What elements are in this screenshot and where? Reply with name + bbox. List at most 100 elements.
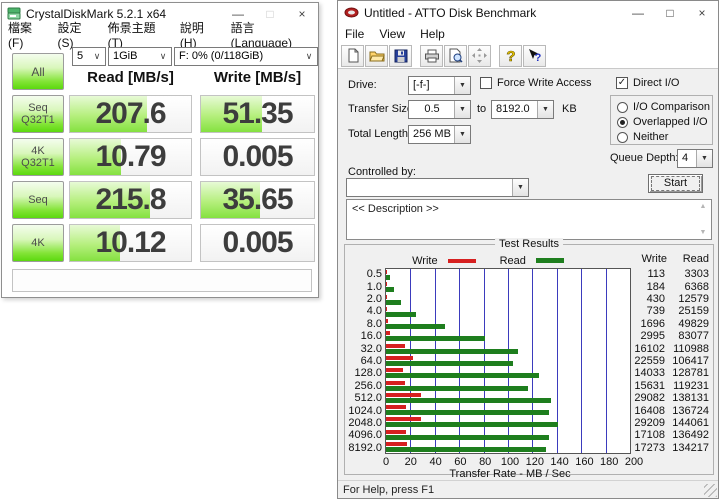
save-icon[interactable]: [389, 44, 412, 67]
block-size-label: 128.0: [354, 367, 382, 380]
read-value: 128781: [672, 367, 709, 380]
overlapped-io-radio[interactable]: Overlapped I/O: [617, 116, 712, 128]
transfer-size-from-select[interactable]: 0.5 ▼: [408, 100, 471, 119]
direct-io-checkbox[interactable]: ✓ Direct I/O: [616, 77, 679, 89]
io-comparison-radio[interactable]: I/O Comparison: [617, 101, 712, 113]
controlled-by-select[interactable]: ▼: [346, 178, 529, 197]
cdm-all-button[interactable]: All: [12, 53, 64, 90]
atto-minimize-button[interactable]: —: [622, 1, 654, 24]
write-value: 113: [647, 268, 665, 281]
cdm-read-cell: 10.79: [69, 138, 192, 176]
io-mode-group: I/O Comparison Overlapped I/O Neither: [610, 95, 713, 145]
chart-row: [386, 281, 630, 293]
cdm-run-count-select[interactable]: 5 ∨: [72, 47, 106, 66]
x-tick-label: 20: [404, 456, 417, 468]
atto-window-title: Untitled - ATTO Disk Benchmark: [364, 5, 537, 20]
read-value: 49829: [678, 317, 709, 330]
read-bar: [386, 311, 416, 317]
transfer-size-to-select[interactable]: 8192.0 ▼: [491, 100, 554, 119]
x-axis-ticks: 0 20 40 60 80 100 120 140 160 180 200: [382, 454, 643, 468]
scroll-up-icon[interactable]: ▲: [700, 203, 707, 210]
dropdown-arrow-icon: ▼: [512, 179, 528, 196]
write-bar: [386, 441, 407, 446]
atto-close-button[interactable]: ×: [686, 1, 718, 24]
chart-row: [386, 379, 630, 391]
cdm-read-header: Read [MB/s]: [87, 69, 174, 86]
chevron-down-icon: ∨: [155, 48, 171, 65]
x-tick-label: 140: [550, 456, 569, 468]
x-tick-label: 40: [429, 456, 442, 468]
atto-menu-file[interactable]: File: [338, 25, 372, 43]
cdm-test-size-select[interactable]: 1GiB ∨: [108, 47, 172, 66]
help-icon[interactable]: ?: [499, 44, 522, 67]
direct-io-label: Direct I/O: [633, 77, 680, 89]
cdm-test-button[interactable]: 4K: [12, 224, 64, 262]
total-length-label: Total Length:: [348, 128, 411, 140]
dropdown-arrow-icon: ▼: [454, 101, 470, 118]
atto-maximize-button[interactable]: □: [654, 1, 686, 24]
resize-grip[interactable]: [704, 484, 717, 497]
block-size-label: 0.5: [366, 268, 382, 281]
write-bar: [386, 380, 405, 385]
drive-value: [-f-]: [413, 79, 430, 91]
cdm-write-cell: 35.65: [200, 181, 315, 219]
controlled-by-value: [347, 179, 512, 196]
read-bar: [386, 275, 390, 281]
cdm-score-value: 207.6: [95, 97, 166, 130]
context-help-icon[interactable]: ?: [523, 44, 546, 67]
print-preview-icon[interactable]: [444, 44, 467, 67]
atto-menu-help[interactable]: Help: [413, 25, 453, 43]
neither-radio[interactable]: Neither: [617, 131, 712, 143]
force-write-access-checkbox[interactable]: Force Write Access: [480, 77, 592, 89]
controlled-by-label: Controlled by:: [348, 166, 416, 178]
cdm-run-count-value: 5: [77, 50, 84, 62]
x-tick-label: 160: [575, 456, 594, 468]
drive-label: Drive:: [348, 79, 377, 91]
write-bar: [386, 429, 407, 434]
print-icon[interactable]: [420, 44, 443, 67]
atto-toolbar: ? ?: [338, 43, 718, 69]
force-write-access-label: Force Write Access: [497, 77, 592, 89]
cdm-drive-select[interactable]: F: 0% (0/118GiB) ∨: [174, 47, 318, 66]
drive-select[interactable]: [-f-] ▼: [408, 76, 471, 95]
atto-app-icon: [344, 7, 359, 18]
svg-text:?: ?: [535, 52, 542, 63]
cdm-test-button[interactable]: 4K Q32T1: [12, 138, 64, 176]
new-document-icon[interactable]: [341, 44, 364, 67]
write-value: 2995: [640, 330, 665, 343]
chart-row: [386, 343, 630, 355]
write-bar: [386, 319, 389, 324]
chart-row: [386, 404, 630, 416]
transfer-from-value: 0.5: [424, 103, 440, 115]
radio-icon: [617, 101, 628, 113]
description-box[interactable]: << Description >> ▲ ▼: [346, 199, 712, 240]
write-value: 16408: [634, 404, 665, 417]
write-bar: [386, 294, 387, 299]
description-scrollbar[interactable]: ▲ ▼: [696, 201, 710, 238]
block-size-label: 512.0: [354, 392, 382, 405]
cdm-result-row: Seq 215.8 35.65: [2, 181, 318, 219]
cdm-write-cell: 51.35: [200, 95, 315, 133]
start-button[interactable]: Start: [648, 174, 703, 193]
to-label: to: [477, 103, 487, 115]
cdm-menu-file[interactable]: 檔案(F): [2, 17, 51, 52]
x-tick-label: 0: [382, 456, 390, 468]
legend-read-label: Read: [499, 254, 526, 267]
queue-depth-select[interactable]: 4 ▼: [677, 149, 713, 168]
atto-menubar: File View Help: [338, 24, 718, 43]
atto-menu-view[interactable]: View: [372, 25, 413, 43]
atto-window: Untitled - ATTO Disk Benchmark — □ × Fil…: [337, 0, 719, 499]
write-bar: [386, 368, 403, 373]
atto-titlebar[interactable]: Untitled - ATTO Disk Benchmark — □ ×: [338, 1, 718, 24]
open-folder-icon[interactable]: [365, 44, 388, 67]
cdm-test-button-label: Seq: [28, 102, 48, 114]
scroll-down-icon[interactable]: ▼: [700, 229, 707, 236]
read-bar: [386, 287, 394, 293]
write-bar: [386, 405, 406, 410]
cdm-test-button[interactable]: Seq Q32T1: [12, 95, 64, 133]
cdm-test-button[interactable]: Seq: [12, 181, 64, 219]
write-value: 29082: [634, 392, 665, 405]
cdm-comment-box[interactable]: [12, 269, 312, 292]
total-length-select[interactable]: 256 MB ▼: [408, 125, 471, 144]
read-swatch-icon: [535, 258, 564, 263]
